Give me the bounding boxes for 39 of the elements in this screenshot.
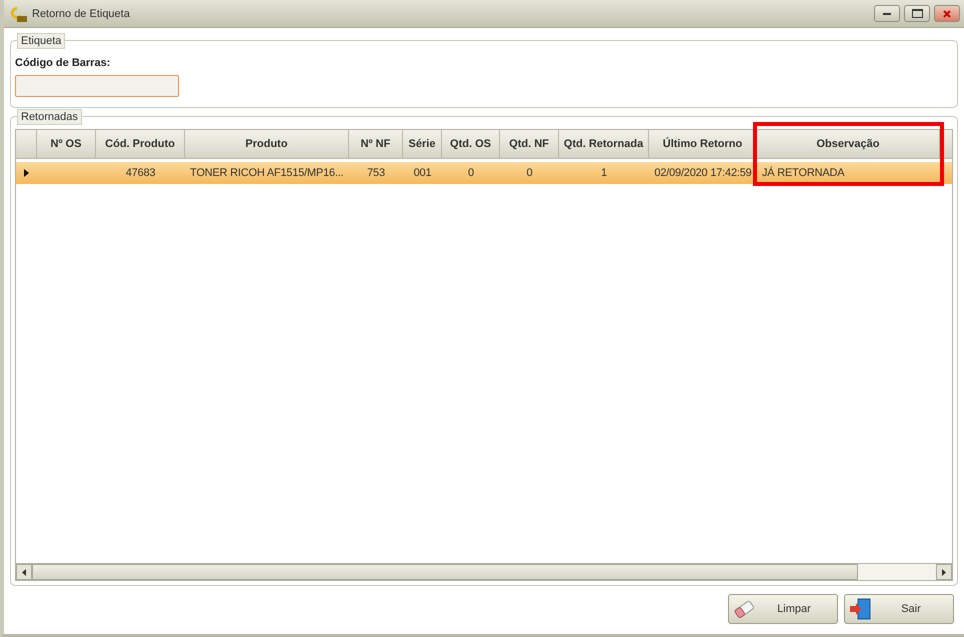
group-legend: Etiqueta xyxy=(17,33,66,49)
table-cell-text: 001 xyxy=(412,166,432,181)
minimize-icon xyxy=(883,12,891,14)
table-cell-text: JÁ RETORNADA xyxy=(761,166,846,181)
close-icon xyxy=(943,10,951,18)
column-header[interactable]: Nº OS xyxy=(37,130,96,158)
column-header[interactable]: Nº NF xyxy=(349,130,403,158)
table-cell-text: 753 xyxy=(366,166,386,181)
table-cell-text: 47683 xyxy=(124,166,156,181)
window-title: Retorno de Etiqueta xyxy=(32,8,131,20)
group-legend: Retornadas xyxy=(17,109,82,125)
exit-button[interactable]: Sair xyxy=(844,594,954,624)
field-label: Código de Barras: xyxy=(15,57,112,69)
column-header[interactable]: Qtd. NF xyxy=(500,130,559,158)
column-header[interactable]: Série xyxy=(403,130,442,158)
table-cell-text: 0 xyxy=(526,166,534,181)
barcode-field[interactable] xyxy=(15,75,179,97)
column-header[interactable]: Qtd. Retornada xyxy=(559,130,649,158)
maximize-button[interactable] xyxy=(904,5,930,22)
column-header[interactable]: Produto xyxy=(185,130,349,158)
column-header[interactable]: Cód. Produto xyxy=(96,130,185,158)
column-header[interactable]: Observação xyxy=(757,130,940,158)
row-pointer-icon xyxy=(24,169,29,177)
app-logo-icon xyxy=(8,4,28,22)
table-cell-text: 1 xyxy=(600,166,608,181)
door-exit-icon xyxy=(849,598,873,620)
table-row[interactable]: 47683 TONER RICOH AF1515/MP16... 753 001 0 0 1 02/09/2020 17:42:59 JÁ RETORNADA xyxy=(16,162,952,184)
close-button[interactable] xyxy=(934,5,960,22)
column-header[interactable]: Último Retorno xyxy=(649,130,757,158)
table-cell-text: TONER RICOH AF1515/MP16... xyxy=(189,166,345,181)
minimize-button[interactable] xyxy=(874,5,900,22)
maximize-icon xyxy=(912,9,922,18)
column-header[interactable]: Qtd. OS xyxy=(442,130,500,158)
horizontal-scrollbar[interactable] xyxy=(16,563,952,580)
scroll-right-icon[interactable] xyxy=(942,568,946,576)
clear-button[interactable]: Limpar xyxy=(728,594,838,624)
table-cell-text: 0 xyxy=(467,166,475,181)
table-cell-text: 02/09/2020 17:42:59 xyxy=(653,166,753,181)
scroll-left-icon[interactable] xyxy=(22,568,26,576)
